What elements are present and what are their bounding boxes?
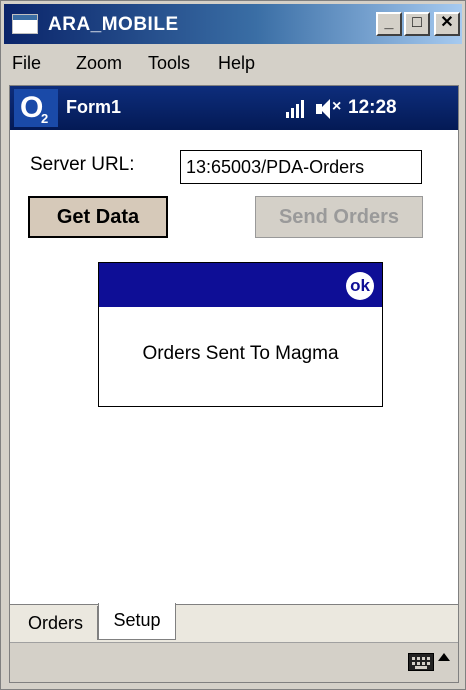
navigation-bar: O 2 Form1 × 12:28 [10, 86, 458, 130]
tab-orders[interactable]: Orders [14, 606, 98, 640]
minimize-button[interactable]: _ [376, 12, 402, 36]
maximize-button[interactable]: □ [404, 12, 430, 36]
server-url-label: Server URL: [30, 154, 135, 175]
app-window-icon [12, 14, 38, 34]
logo-letter: O [20, 91, 44, 124]
clock[interactable]: 12:28 [348, 97, 397, 119]
tab-setup[interactable]: Setup [98, 603, 176, 640]
antenna-signal-icon[interactable] [286, 100, 308, 118]
form-title: Form1 [66, 97, 122, 117]
server-url-input[interactable]: 13:65003/PDA-Orders [180, 150, 422, 184]
speaker-muted-icon[interactable]: × [316, 98, 342, 120]
app-window: ARA_MOBILE _ □ ✕ File Zoom Tools Help O … [0, 0, 466, 690]
menu-bar: File Zoom Tools Help [4, 47, 462, 81]
bottom-bar [10, 642, 458, 682]
get-data-button[interactable]: Get Data [28, 196, 168, 238]
close-button[interactable]: ✕ [434, 12, 460, 36]
message-box-header: ok [99, 263, 382, 307]
message-text: Orders Sent To Magma [142, 343, 339, 364]
logo-subscript: 2 [41, 111, 49, 126]
menu-file[interactable]: File [12, 53, 41, 74]
menu-tools[interactable]: Tools [148, 53, 190, 74]
window-title: ARA_MOBILE [48, 14, 179, 35]
menu-zoom[interactable]: Zoom [76, 53, 122, 74]
keyboard-icon[interactable] [408, 653, 434, 671]
device-screen: O 2 Form1 × 12:28 Server URL: 13:65003/P… [9, 85, 459, 683]
title-bar[interactable]: ARA_MOBILE _ □ ✕ [4, 4, 462, 44]
ok-button[interactable]: ok [346, 272, 374, 300]
menu-help[interactable]: Help [218, 53, 255, 74]
tab-strip: Orders Setup [10, 603, 458, 643]
send-orders-button[interactable]: Send Orders [255, 196, 423, 238]
message-box: ok Orders Sent To Magma [98, 262, 383, 407]
sip-up-arrow-icon[interactable] [438, 653, 450, 661]
o2-logo-icon[interactable]: O 2 [14, 89, 58, 127]
